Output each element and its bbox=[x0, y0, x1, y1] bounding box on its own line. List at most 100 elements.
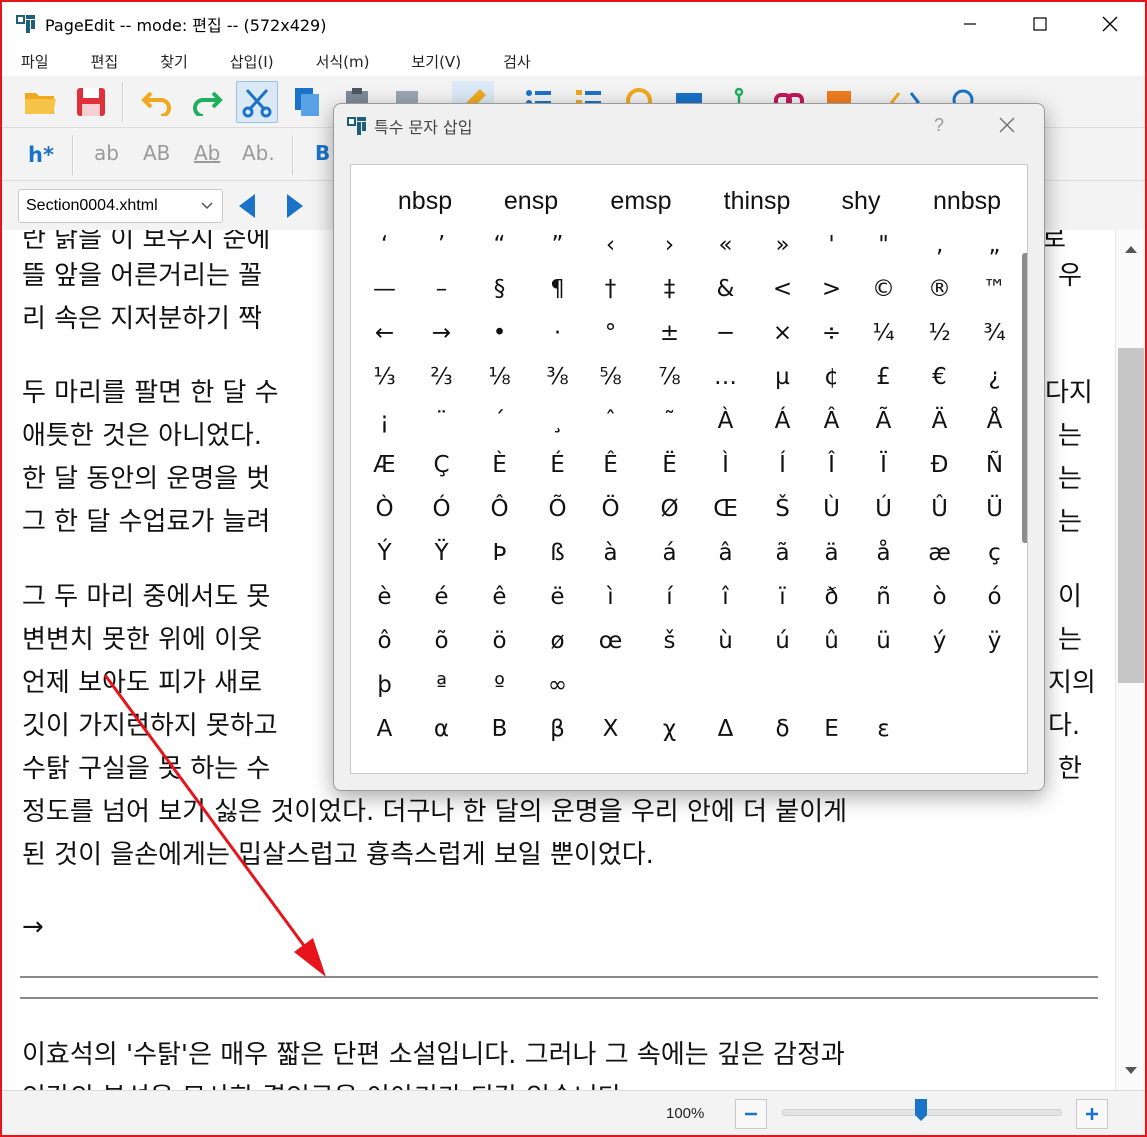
char-button[interactable]: ™ bbox=[966, 269, 1023, 309]
close-button[interactable] bbox=[1075, 2, 1145, 46]
char-button[interactable]: ë bbox=[529, 577, 586, 617]
char-button[interactable]: ¡ bbox=[356, 401, 413, 441]
char-button[interactable]: € bbox=[911, 357, 968, 397]
char-button[interactable]: ‘ bbox=[356, 225, 413, 265]
char-button[interactable]: Χ bbox=[582, 709, 639, 749]
char-button[interactable]: Õ bbox=[529, 489, 586, 529]
char-button[interactable]: › bbox=[641, 225, 698, 265]
dialog-vertical-scrollbar-thumb[interactable] bbox=[1022, 253, 1027, 543]
char-button[interactable]: „ bbox=[966, 225, 1023, 265]
char-button[interactable]: £ bbox=[855, 357, 912, 397]
char-button[interactable]: ‚ bbox=[911, 225, 968, 265]
char-button[interactable]: ÿ bbox=[966, 621, 1023, 661]
char-button[interactable]: î bbox=[697, 577, 754, 617]
char-button[interactable]: … bbox=[697, 357, 754, 397]
char-button[interactable]: Û bbox=[911, 489, 968, 529]
help-button[interactable]: ? bbox=[934, 115, 944, 136]
char-button[interactable]: ° bbox=[582, 313, 639, 353]
char-button[interactable]: ± bbox=[641, 313, 698, 353]
char-button[interactable]: Ó bbox=[413, 489, 470, 529]
char-button[interactable]: χ bbox=[641, 709, 698, 749]
char-button[interactable]: Ö bbox=[582, 489, 639, 529]
char-button[interactable]: Ê bbox=[582, 445, 639, 485]
char-button[interactable]: → bbox=[413, 313, 470, 353]
previous-file-button[interactable] bbox=[226, 185, 268, 227]
char-button[interactable]: ò bbox=[911, 577, 968, 617]
menu-find[interactable]: 찾기 bbox=[149, 51, 199, 72]
char-button[interactable]: ⅜ bbox=[529, 357, 586, 397]
char-button[interactable]: ⅞ bbox=[641, 357, 698, 397]
char-button[interactable]: æ bbox=[911, 533, 968, 573]
menu-format[interactable]: 서식(m) bbox=[305, 51, 381, 72]
char-button[interactable]: Þ bbox=[471, 533, 528, 573]
char-button[interactable]: Ì bbox=[697, 445, 754, 485]
char-button[interactable]: ¢ bbox=[803, 357, 860, 397]
char-button[interactable]: û bbox=[803, 621, 860, 661]
char-button[interactable]: ª bbox=[413, 665, 470, 705]
char-button[interactable]: È bbox=[471, 445, 528, 485]
titlecase-button[interactable]: Ab bbox=[194, 141, 220, 165]
char-button[interactable]: & bbox=[697, 269, 754, 309]
char-button[interactable]: ¿ bbox=[966, 357, 1023, 397]
char-button[interactable]: ˆ bbox=[582, 401, 639, 441]
char-button[interactable]: † bbox=[582, 269, 639, 309]
char-button[interactable]: Ε bbox=[803, 709, 860, 749]
char-button[interactable]: © bbox=[855, 269, 912, 309]
char-button[interactable]: Ú bbox=[855, 489, 912, 529]
char-button[interactable]: Α bbox=[356, 709, 413, 749]
char-button[interactable]: É bbox=[529, 445, 586, 485]
char-button[interactable]: š bbox=[641, 621, 698, 661]
char-button[interactable]: " bbox=[855, 225, 912, 265]
char-button[interactable]: Ô bbox=[471, 489, 528, 529]
char-button[interactable]: ¶ bbox=[529, 269, 586, 309]
maximize-button[interactable] bbox=[1005, 2, 1075, 46]
char-button[interactable]: Æ bbox=[356, 445, 413, 485]
char-button[interactable]: é bbox=[413, 577, 470, 617]
char-button[interactable]: ‡ bbox=[641, 269, 698, 309]
char-button[interactable]: ½ bbox=[911, 313, 968, 353]
char-button[interactable]: Ç bbox=[413, 445, 470, 485]
char-button[interactable]: ← bbox=[356, 313, 413, 353]
char-button[interactable]: Ä bbox=[911, 401, 968, 441]
char-button[interactable]: − bbox=[697, 313, 754, 353]
char-button[interactable]: þ bbox=[356, 665, 413, 705]
char-button[interactable]: œ bbox=[582, 621, 639, 661]
char-button[interactable]: ä bbox=[803, 533, 860, 573]
char-button[interactable]: à bbox=[582, 533, 639, 573]
char-button[interactable]: ñ bbox=[855, 577, 912, 617]
char-button[interactable]: ö bbox=[471, 621, 528, 661]
char-button[interactable]: • bbox=[471, 313, 528, 353]
undo-button[interactable] bbox=[136, 81, 178, 123]
char-button[interactable]: Î bbox=[803, 445, 860, 485]
char-button[interactable]: ∞ bbox=[529, 665, 586, 705]
menu-inspect[interactable]: 검사 bbox=[492, 51, 542, 72]
char-button[interactable]: ù bbox=[697, 621, 754, 661]
lowercase-button[interactable]: ab bbox=[94, 141, 119, 165]
char-button[interactable]: ó bbox=[966, 577, 1023, 617]
char-button-emsp[interactable]: emsp bbox=[587, 181, 695, 221]
char-button[interactable]: ε bbox=[855, 709, 912, 749]
char-button[interactable]: å bbox=[855, 533, 912, 573]
char-button[interactable]: ’ bbox=[413, 225, 470, 265]
char-button[interactable]: è bbox=[356, 577, 413, 617]
heading-dropdown[interactable]: h* bbox=[20, 134, 62, 176]
char-button[interactable]: ÷ bbox=[803, 313, 860, 353]
char-button[interactable]: ¨ bbox=[413, 401, 470, 441]
char-button[interactable]: ý bbox=[911, 621, 968, 661]
char-button[interactable]: ç bbox=[966, 533, 1023, 573]
char-button[interactable]: á bbox=[641, 533, 698, 573]
char-button[interactable]: Ø bbox=[641, 489, 698, 529]
char-button[interactable]: ø bbox=[529, 621, 586, 661]
menu-file[interactable]: 파일 bbox=[10, 51, 60, 72]
next-file-button[interactable] bbox=[274, 185, 316, 227]
scroll-up-icon[interactable] bbox=[1124, 244, 1138, 254]
save-button[interactable] bbox=[70, 81, 112, 123]
char-button-ensp[interactable]: ensp bbox=[477, 181, 585, 221]
redo-button[interactable] bbox=[186, 81, 228, 123]
menu-view[interactable]: 보기(V) bbox=[400, 51, 472, 72]
char-button[interactable]: – bbox=[413, 269, 470, 309]
char-button[interactable]: Ù bbox=[803, 489, 860, 529]
char-button[interactable]: À bbox=[697, 401, 754, 441]
char-button[interactable]: ´ bbox=[471, 401, 528, 441]
char-button[interactable]: Å bbox=[966, 401, 1023, 441]
